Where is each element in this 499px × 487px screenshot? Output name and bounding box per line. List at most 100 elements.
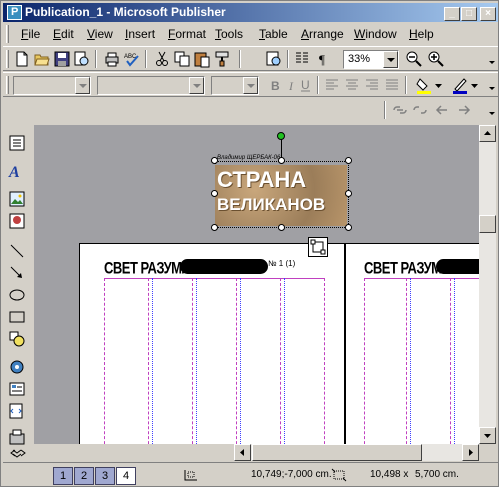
fill-dropdown-icon[interactable] <box>435 83 442 89</box>
masthead-1[interactable]: СВЕТ РАЗУМА № 1 (1) <box>104 256 322 278</box>
maximize-button[interactable]: □ <box>461 7 477 21</box>
page-nav-1[interactable]: 1 <box>53 467 73 485</box>
masthead-title: СВЕТ РАЗУМА <box>104 258 191 278</box>
menu-tools[interactable]: Tools <box>215 27 243 41</box>
form-control-tool-icon[interactable] <box>8 380 26 398</box>
new-document-icon[interactable] <box>13 50 31 68</box>
menubar-grip[interactable] <box>6 25 9 43</box>
paragraph-marks-icon[interactable]: ¶ <box>315 50 333 68</box>
page-1[interactable]: СВЕТ РАЗУМА № 1 (1) <box>79 243 345 444</box>
style-dropdown-arrow[interactable] <box>75 77 90 94</box>
unlink-frames-icon[interactable] <box>411 101 429 119</box>
save-icon[interactable] <box>53 50 71 68</box>
group-objects-button[interactable] <box>308 237 328 257</box>
scroll-left-button[interactable] <box>234 444 251 461</box>
resize-handle-s[interactable] <box>278 224 285 231</box>
align-right-icon[interactable] <box>363 76 381 94</box>
menu-file[interactable]: File <box>21 27 40 41</box>
html-code-tool-icon[interactable] <box>8 402 26 420</box>
rotation-handle[interactable] <box>277 132 285 140</box>
resize-handle-ne[interactable] <box>345 157 352 164</box>
resize-handle-sw[interactable] <box>211 224 218 231</box>
align-left-icon[interactable] <box>323 76 341 94</box>
scroll-left-right-icon[interactable] <box>9 448 27 458</box>
horizontal-scrollbar[interactable] <box>234 444 479 461</box>
resize-handle-n[interactable] <box>278 157 285 164</box>
page-nav-3[interactable]: 3 <box>95 467 115 485</box>
align-center-icon[interactable] <box>343 76 361 94</box>
menu-table[interactable]: Table <box>259 27 288 41</box>
scroll-up-button[interactable] <box>479 125 496 142</box>
scroll-down-button[interactable] <box>479 427 496 444</box>
wordart-tool-icon[interactable]: A <box>8 162 26 180</box>
menu-format[interactable]: Format <box>168 27 206 41</box>
open-folder-icon[interactable] <box>33 50 51 68</box>
page-nav-2[interactable]: 2 <box>74 467 94 485</box>
menu-help[interactable]: Help <box>409 27 434 41</box>
hot-spot-tool-icon[interactable] <box>8 358 26 376</box>
resize-handle-nw[interactable] <box>211 157 218 164</box>
prev-frame-icon[interactable] <box>433 101 451 119</box>
page-2[interactable]: СВЕТ РАЗУМА <box>345 243 479 444</box>
line-tool-icon[interactable] <box>8 242 26 260</box>
columns-icon[interactable] <box>293 50 311 68</box>
oval-tool-icon[interactable] <box>8 286 26 304</box>
autoshapes-tool-icon[interactable] <box>8 330 26 348</box>
size-dropdown-arrow[interactable] <box>243 77 258 94</box>
rectangle-tool-icon[interactable] <box>8 308 26 326</box>
close-button[interactable]: × <box>480 7 496 21</box>
link-frames-icon[interactable] <box>391 101 409 119</box>
toolbar-options-icon[interactable] <box>488 81 496 91</box>
format-painter-icon[interactable] <box>213 50 231 68</box>
zoom-in-icon[interactable] <box>427 50 445 68</box>
font-size-combo[interactable] <box>211 76 259 95</box>
horizontal-scroll-thumb[interactable] <box>252 444 422 461</box>
masthead-2[interactable]: СВЕТ РАЗУМА <box>364 256 479 278</box>
clip-art-tool-icon[interactable] <box>8 212 26 230</box>
toolbar-grip[interactable] <box>6 50 9 68</box>
publication-workspace[interactable]: СВЕТ РАЗУМА № 1 (1) СВЕТ РАЗУМА Владимир… <box>34 125 479 444</box>
fill-color-icon[interactable] <box>415 76 433 94</box>
title-bar[interactable]: Publication_1 - Microsoft Publisher _ □ … <box>3 3 498 22</box>
underline-icon[interactable]: U <box>297 76 315 94</box>
menu-view[interactable]: View <box>87 27 113 41</box>
publisher-app-icon[interactable] <box>7 5 22 20</box>
style-combo[interactable] <box>13 76 91 95</box>
arrow-tool-icon[interactable] <box>8 264 26 282</box>
resize-handle-w[interactable] <box>211 190 218 197</box>
zoom-out-icon[interactable] <box>405 50 423 68</box>
menu-insert[interactable]: Insert <box>125 27 155 41</box>
line-color-icon[interactable] <box>451 76 469 94</box>
preview-icon[interactable] <box>265 50 283 68</box>
font-combo[interactable] <box>97 76 205 95</box>
line-dropdown-icon[interactable] <box>471 83 478 89</box>
search-file-icon[interactable] <box>73 50 91 68</box>
wordart-texture[interactable]: СТРАНА ВЕЛИКАНОВ <box>215 165 347 226</box>
text-box-tool-icon[interactable] <box>8 134 26 152</box>
justify-icon[interactable] <box>383 76 401 94</box>
vertical-scroll-thumb[interactable] <box>479 215 496 233</box>
zoom-dropdown-arrow[interactable] <box>383 51 398 68</box>
paste-icon[interactable] <box>193 50 211 68</box>
page-nav-4[interactable]: 4 <box>116 467 136 485</box>
copy-icon[interactable] <box>173 50 191 68</box>
cut-icon[interactable] <box>153 50 171 68</box>
print-icon[interactable] <box>103 50 121 68</box>
resize-handle-se[interactable] <box>345 224 352 231</box>
next-frame-icon[interactable] <box>455 101 473 119</box>
toolbar-separator <box>405 76 407 94</box>
toolbar-options-icon[interactable] <box>488 55 496 65</box>
menu-window[interactable]: Window <box>354 27 397 41</box>
zoom-combo[interactable]: 33% <box>343 50 399 69</box>
picture-frame-tool-icon[interactable] <box>8 190 26 208</box>
vertical-scrollbar[interactable] <box>479 125 496 444</box>
menu-arrange[interactable]: Arrange <box>301 27 344 41</box>
menu-edit[interactable]: Edit <box>53 27 74 41</box>
minimize-button[interactable]: _ <box>444 7 460 21</box>
spelling-icon[interactable]: ABC <box>123 50 141 68</box>
scroll-right-button[interactable] <box>462 444 479 461</box>
toolbar-options-icon[interactable] <box>488 106 496 116</box>
font-dropdown-arrow[interactable] <box>189 77 204 94</box>
resize-handle-e[interactable] <box>345 190 352 197</box>
toolbar-grip[interactable] <box>6 76 9 94</box>
